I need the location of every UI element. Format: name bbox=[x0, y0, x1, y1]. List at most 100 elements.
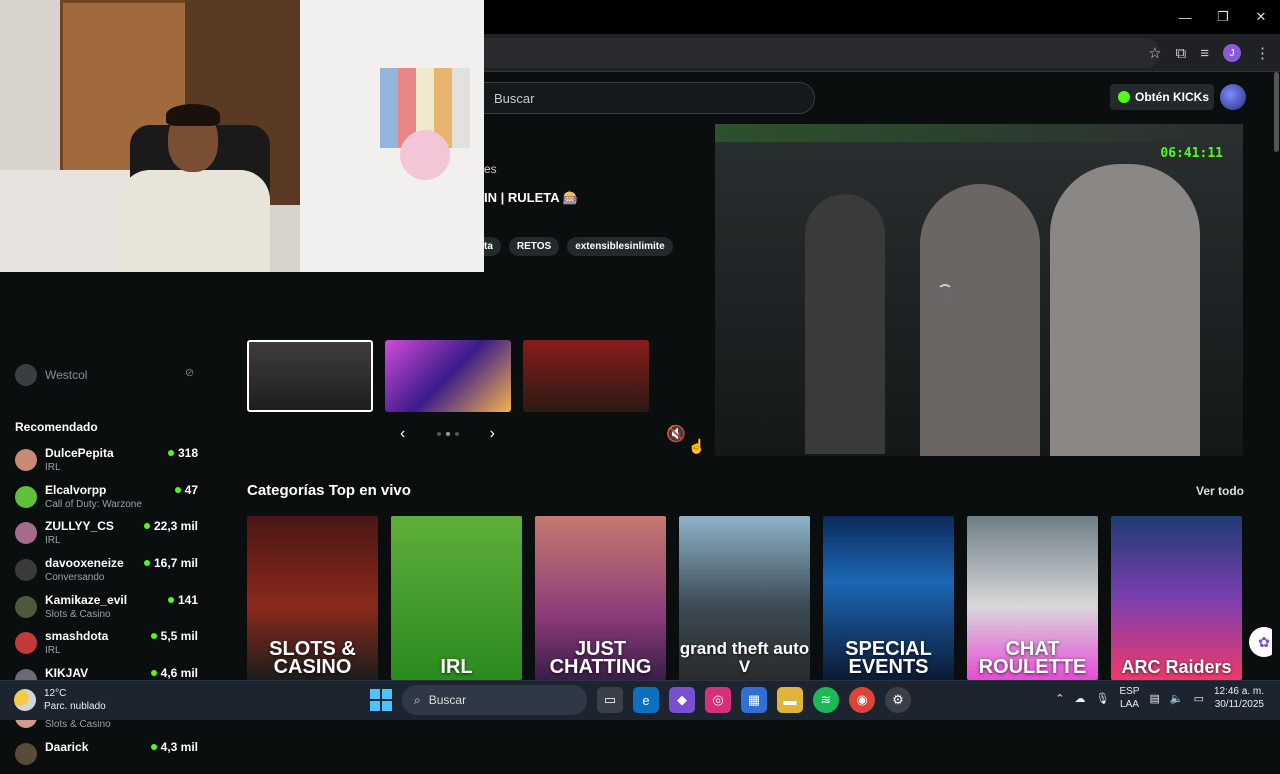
carousel-thumbnail[interactable] bbox=[523, 340, 649, 412]
mouse-cursor-icon: ☝ bbox=[688, 438, 705, 455]
list-item[interactable]: ElcalvorppCall of Duty: Warzone47 bbox=[15, 481, 205, 518]
clock[interactable]: 12:46 a. m. 30/11/2025 bbox=[1214, 685, 1264, 711]
category-label: ARC Raiders bbox=[1111, 658, 1242, 676]
carousel-thumbnails bbox=[247, 340, 649, 412]
list-item[interactable]: Kamikaze_evilSlots & Casino141 bbox=[15, 591, 205, 628]
tag[interactable]: extensiblesinlimite bbox=[567, 237, 672, 256]
media-control-icon[interactable]: ≡ bbox=[1200, 45, 1209, 62]
volume-icon[interactable]: 🔈 bbox=[1170, 692, 1184, 705]
get-kicks-button[interactable]: Obtén KICKs bbox=[1110, 84, 1214, 110]
list-item[interactable]: Daarick 4,3 mil bbox=[15, 738, 205, 774]
list-item[interactable]: ZULLYY_CSIRL22,3 mil bbox=[15, 517, 205, 554]
taskbar-search[interactable]: ⌕ Buscar bbox=[402, 685, 587, 715]
edge-icon[interactable]: e bbox=[633, 687, 659, 713]
battery-icon[interactable]: ▭ bbox=[1194, 692, 1204, 705]
weather-temperature: 12°C bbox=[44, 687, 106, 700]
streamer-name: Daarick bbox=[45, 740, 88, 754]
stream-figure bbox=[920, 184, 1040, 456]
bookmark-star-icon[interactable]: ☆ bbox=[1148, 44, 1161, 62]
store-icon[interactable]: ▦ bbox=[741, 687, 767, 713]
viewer-count-value: 318 bbox=[178, 446, 198, 460]
avatar bbox=[15, 364, 37, 386]
user-avatar[interactable] bbox=[1220, 84, 1246, 110]
chevron-left-icon[interactable]: ‹ bbox=[400, 425, 405, 443]
viewer-count: 4,3 mil bbox=[151, 740, 198, 754]
close-button[interactable]: ✕ bbox=[1242, 0, 1280, 34]
category-card[interactable]: SLOTS & CASINO bbox=[247, 516, 378, 680]
system-tray: ⌃ ☁ 🎙 ESP LAA ▤ 🔈 ▭ 12:46 a. m. 30/11/20… bbox=[1055, 685, 1264, 711]
window-controls: — ❐ ✕ bbox=[1166, 0, 1280, 34]
live-dot-icon bbox=[144, 523, 150, 529]
viewer-count-value: 4,6 mil bbox=[161, 666, 198, 680]
live-dot-icon bbox=[151, 670, 157, 676]
extensions-icon[interactable]: ⧉ bbox=[1176, 45, 1187, 62]
list-item[interactable]: davooxeneizeConversando16,7 mil bbox=[15, 554, 205, 591]
streamer-name: ZULLYY_CS bbox=[45, 519, 114, 533]
see-all-link[interactable]: Ver todo bbox=[1196, 484, 1244, 498]
chevron-up-icon[interactable]: ⌃ bbox=[1055, 692, 1064, 705]
clock-time: 12:46 a. m. bbox=[1214, 685, 1264, 698]
chevron-right-icon[interactable]: › bbox=[490, 425, 495, 443]
categories-row: SLOTS & CASINO IRL JUST CHATTING grand t… bbox=[247, 516, 1242, 680]
streamer-name: davooxeneize bbox=[45, 556, 124, 570]
viewer-count: 5,5 mil bbox=[151, 629, 198, 643]
tag[interactable]: ta bbox=[484, 237, 501, 256]
category-label: grand theft auto V bbox=[679, 640, 810, 676]
address-bar[interactable] bbox=[470, 38, 1160, 68]
viewer-count: 47 bbox=[175, 483, 198, 497]
category-card[interactable]: grand theft auto V bbox=[679, 516, 810, 680]
carousel-thumbnail[interactable] bbox=[385, 340, 511, 412]
copilot-icon[interactable]: ◆ bbox=[669, 687, 695, 713]
start-button[interactable] bbox=[370, 689, 392, 711]
maximize-button[interactable]: ❐ bbox=[1204, 0, 1242, 34]
category-label: SLOTS & CASINO bbox=[247, 640, 378, 676]
loading-spinner-icon bbox=[937, 284, 953, 300]
live-dot-icon bbox=[175, 487, 181, 493]
live-dot-icon bbox=[151, 633, 157, 639]
language-code: ESP bbox=[1119, 685, 1139, 698]
tag[interactable]: RETOS bbox=[509, 237, 559, 256]
category-card[interactable]: SPECIAL EVENTS bbox=[823, 516, 954, 680]
following-item[interactable]: Westcol bbox=[15, 364, 87, 386]
category-card[interactable]: IRL bbox=[391, 516, 522, 680]
mute-icon[interactable]: 🔇 bbox=[666, 424, 686, 444]
menu-kebab-icon[interactable]: ⋮ bbox=[1255, 44, 1270, 62]
language-indicator[interactable]: ESP LAA bbox=[1119, 685, 1139, 711]
instagram-icon[interactable]: ◎ bbox=[705, 687, 731, 713]
viewer-count-value: 47 bbox=[185, 483, 198, 497]
featured-stream-video[interactable]: 06:41:11 bbox=[715, 124, 1243, 456]
onedrive-icon[interactable]: ☁ bbox=[1074, 692, 1085, 705]
page-scrollbar[interactable] bbox=[1272, 72, 1280, 680]
streamer-name: DulcePepita bbox=[45, 446, 114, 460]
streamer-name: Elcalvorpp bbox=[45, 483, 106, 497]
category-card[interactable]: JUST CHATTING bbox=[535, 516, 666, 680]
weather-widget[interactable]: 12°C Parc. nublado bbox=[14, 687, 106, 713]
viewer-count: 318 bbox=[168, 446, 198, 460]
network-icon[interactable]: ▤ bbox=[1149, 692, 1159, 705]
carousel-thumbnail[interactable] bbox=[247, 340, 373, 412]
avatar bbox=[15, 449, 37, 471]
category-label: IRL bbox=[391, 658, 522, 676]
steam-icon[interactable]: ⚙ bbox=[885, 687, 911, 713]
spotify-icon[interactable]: ≋ bbox=[813, 687, 839, 713]
category-card[interactable]: CHAT ROULETTE bbox=[967, 516, 1098, 680]
list-item[interactable]: smashdotaIRL5,5 mil bbox=[15, 627, 205, 664]
search-input[interactable]: Buscar bbox=[465, 82, 815, 114]
chrome-icon[interactable]: ◉ bbox=[849, 687, 875, 713]
file-explorer-icon[interactable]: ▬ bbox=[777, 687, 803, 713]
streamer-category: IRL bbox=[45, 645, 61, 656]
weather-condition: Parc. nublado bbox=[44, 700, 106, 713]
minimize-button[interactable]: — bbox=[1166, 0, 1204, 34]
viewer-count-value: 16,7 mil bbox=[154, 556, 198, 570]
search-placeholder: Buscar bbox=[494, 91, 534, 106]
streamer-name: Kamikaze_evil bbox=[45, 593, 127, 607]
live-dot-icon bbox=[168, 597, 174, 603]
category-card[interactable]: ARC Raiders bbox=[1111, 516, 1242, 680]
microphone-icon[interactable]: 🎙 bbox=[1095, 692, 1109, 705]
list-item[interactable]: DulcePepitaIRL318 bbox=[15, 444, 205, 481]
task-view-icon[interactable]: ▭ bbox=[597, 687, 623, 713]
search-icon: ⌕ bbox=[414, 693, 421, 708]
streamer-category: Slots & Casino bbox=[45, 719, 111, 730]
viewer-count: 22,3 mil bbox=[144, 519, 198, 533]
profile-avatar[interactable]: J bbox=[1223, 44, 1241, 62]
